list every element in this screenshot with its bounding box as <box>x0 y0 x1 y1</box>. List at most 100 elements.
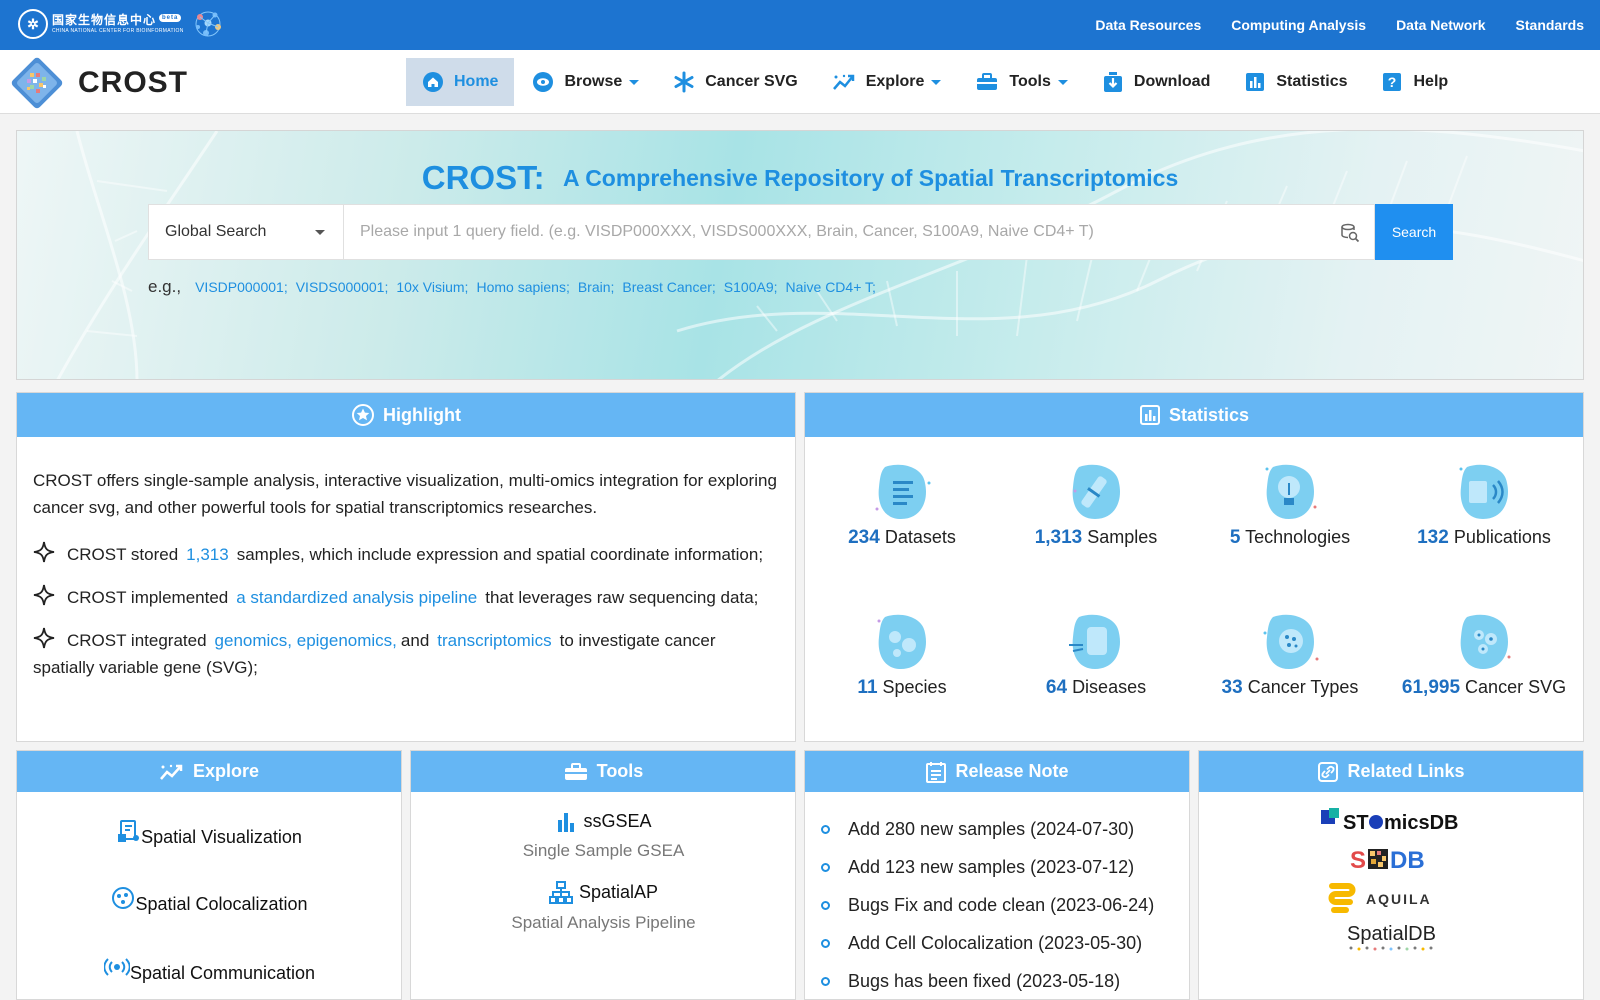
bullet-icon <box>821 862 830 872</box>
stat-technologies[interactable]: 5 Technologies <box>1193 461 1387 549</box>
chevron-down-icon <box>315 230 325 235</box>
samples-icon <box>1072 464 1120 519</box>
menu-item-cancer-svg[interactable]: Cancer SVG <box>657 58 813 106</box>
top-link-data-network[interactable]: Data Network <box>1396 17 1485 33</box>
stat-label: Diseases <box>1072 677 1147 697</box>
example-link[interactable]: Naive CD4+ T; <box>786 279 876 295</box>
related-links-panel: Related Links ST micsDB S DB AQUILA Spat… <box>1198 750 1584 1000</box>
menu-label-help: Help <box>1413 73 1449 90</box>
search-scope-select[interactable]: Global Search <box>148 204 344 260</box>
cncb-logo[interactable]: ✲ 国家生物信息中心 beta CHINA NATIONAL CENTER FOR… <box>18 9 184 39</box>
menu-item-explore[interactable]: Explore <box>816 58 958 106</box>
search-scope-value: Global Search <box>165 223 267 240</box>
genomics-link[interactable]: genomics, epigenomics, <box>215 631 397 650</box>
link-aquila[interactable]: AQUILA <box>1199 880 1584 921</box>
statistics-title: Statistics <box>1168 404 1250 425</box>
menu-item-statistics[interactable]: Statistics <box>1228 58 1363 106</box>
stat-cancer-svg[interactable]: 61,995 Cancer SVG <box>1387 611 1581 699</box>
visualization-icon <box>118 820 140 842</box>
sodb-logo: S DB <box>1350 847 1425 874</box>
stat-publications[interactable]: 132 Publications <box>1387 461 1581 549</box>
release-item: Add Cell Colocalization (2023-05-30) <box>821 924 1189 962</box>
stat-number: 11 <box>857 677 878 698</box>
example-link[interactable]: S100A9; <box>724 279 778 295</box>
bullet-icon <box>821 824 830 834</box>
stat-diseases[interactable]: 64 Diseases <box>999 611 1193 699</box>
menu-item-tools[interactable]: Tools <box>959 58 1083 106</box>
explore-item-label: Spatial Colocalization <box>135 894 308 914</box>
brand[interactable]: CROST <box>10 56 188 110</box>
tool-spatialap[interactable]: SpatialAP Spatial Analysis Pipeline <box>411 881 796 933</box>
cncb-name-cn: 国家生物信息中心 <box>52 13 157 27</box>
network-globe-icon <box>195 11 221 37</box>
search-bar: Global Search Search <box>148 204 1453 260</box>
tool-ssgsea[interactable]: ssGSEA Single Sample GSEA <box>411 811 796 861</box>
menu-item-browse[interactable]: Browse <box>516 58 655 106</box>
hierarchy-icon <box>548 881 573 904</box>
explore-header: Explore <box>17 751 401 792</box>
tool-description: Spatial Analysis Pipeline <box>511 913 696 932</box>
stat-number: 132 <box>1417 527 1449 548</box>
top-link-standards[interactable]: Standards <box>1516 17 1584 33</box>
spatialdb-logo: SpatialDB <box>1347 923 1435 951</box>
cncb-emblem-icon: ✲ <box>18 9 48 39</box>
bullet-icon <box>821 976 830 986</box>
svg-text:micsDB: micsDB <box>1384 812 1458 834</box>
transcriptomics-link[interactable]: transcriptomics <box>437 631 551 650</box>
bar-chart-icon <box>558 813 575 833</box>
example-link[interactable]: VISDP000001; <box>195 279 288 295</box>
menu-label-home: Home <box>454 73 499 90</box>
highlight-panel: Highlight CROST offers single-sample ana… <box>16 392 796 742</box>
release-item: Add 123 new samples (2023-07-12) <box>821 848 1189 886</box>
link-icon <box>1318 761 1339 782</box>
example-link[interactable]: Homo sapiens; <box>476 279 569 295</box>
svg-text:S: S <box>1350 847 1366 874</box>
release-note-title: Release Note <box>955 761 1069 781</box>
stat-samples[interactable]: 1,313 Samples <box>999 461 1193 549</box>
samples-count-link[interactable]: 1,313 <box>186 545 229 564</box>
highlight-header: Highlight <box>17 393 795 437</box>
search-input[interactable] <box>344 205 1374 259</box>
top-link-computing-analysis[interactable]: Computing Analysis <box>1231 17 1366 33</box>
explore-title: Explore <box>192 761 260 781</box>
tool-name: ssGSEA <box>583 811 652 831</box>
link-stomicsdb[interactable]: ST micsDB <box>1199 806 1584 841</box>
cancer-types-icon <box>1263 614 1319 669</box>
svg-text:AQUILA: AQUILA <box>1366 891 1432 907</box>
example-link[interactable]: Breast Cancer; <box>622 279 715 295</box>
menu-item-home[interactable]: Home <box>406 58 515 106</box>
stat-number: 33 <box>1221 677 1243 698</box>
link-spatialdb[interactable]: SpatialDB <box>1199 920 1584 959</box>
menu-label-tools: Tools <box>1009 73 1051 90</box>
stat-number: 234 <box>848 527 880 548</box>
top-link-data-resources[interactable]: Data Resources <box>1095 17 1201 33</box>
explore-spatial-colocalization[interactable]: Spatial Colocalization <box>17 886 402 915</box>
pipeline-link[interactable]: a standardized analysis pipeline <box>236 588 477 607</box>
explore-spatial-communication[interactable]: Spatial Communication <box>17 955 402 984</box>
sparkle-icon <box>33 627 55 649</box>
svg-text:DB: DB <box>1390 847 1425 874</box>
link-sodb[interactable]: S DB <box>1199 844 1584 879</box>
example-link[interactable]: Brain; <box>578 279 615 295</box>
stat-label: Datasets <box>884 527 956 547</box>
search-button[interactable]: Search <box>1375 204 1453 260</box>
stat-species[interactable]: 11 Species <box>805 611 999 699</box>
main-nav: CROST Home Browse Cancer SVG Explore Too… <box>0 50 1600 114</box>
menu-item-download[interactable]: Download <box>1086 58 1226 106</box>
brand-name: CROST <box>78 66 188 99</box>
publications-icon <box>1459 464 1508 519</box>
highlight-item: CROST implemented a standardized analysis… <box>33 584 779 611</box>
example-link[interactable]: VISDS000001; <box>296 279 389 295</box>
release-item: Bugs has been fixed (2023-05-18) <box>821 962 1189 1000</box>
stat-number: 5 <box>1229 527 1241 548</box>
calendar-list-icon <box>926 761 947 783</box>
hero-banner: CROST: A Comprehensive Repository of Spa… <box>16 130 1584 380</box>
highlight-item: CROST stored 1,313 samples, which include … <box>33 541 779 568</box>
stat-cancer-types[interactable]: 33 Cancer Types <box>1193 611 1387 699</box>
menu-item-help[interactable]: ? Help <box>1365 58 1464 106</box>
stat-datasets[interactable]: 234 Datasets <box>805 461 999 549</box>
chevron-down-icon <box>1057 79 1068 85</box>
beta-badge: beta <box>159 14 182 22</box>
example-link[interactable]: 10x Visium; <box>396 279 468 295</box>
explore-spatial-visualization[interactable]: Spatial Visualization <box>17 819 402 848</box>
